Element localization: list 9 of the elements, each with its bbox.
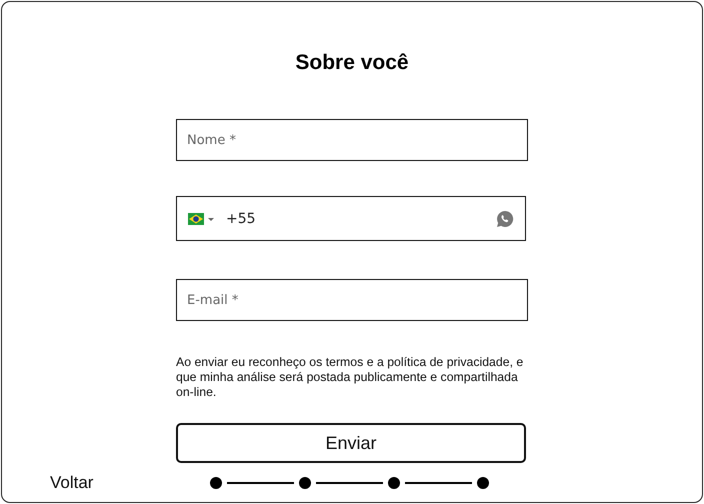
- consent-text: Ao enviar eu reconheço os termos e a política de privacidade, e que minha análise será postada publicamente e compartilhada on-line.: [176, 355, 524, 400]
- name-field[interactable]: Nome *: [176, 119, 528, 161]
- dialog-title: Sobre você: [295, 50, 409, 76]
- email-field[interactable]: E-mail *: [176, 279, 528, 321]
- submit-button[interactable]: Enviar: [176, 423, 526, 463]
- chat-icon: [496, 210, 514, 228]
- flag-dropdown-icon[interactable]: [188, 212, 214, 224]
- phone-field[interactable]: +55: [176, 196, 526, 241]
- back-link[interactable]: Voltar: [50, 473, 94, 493]
